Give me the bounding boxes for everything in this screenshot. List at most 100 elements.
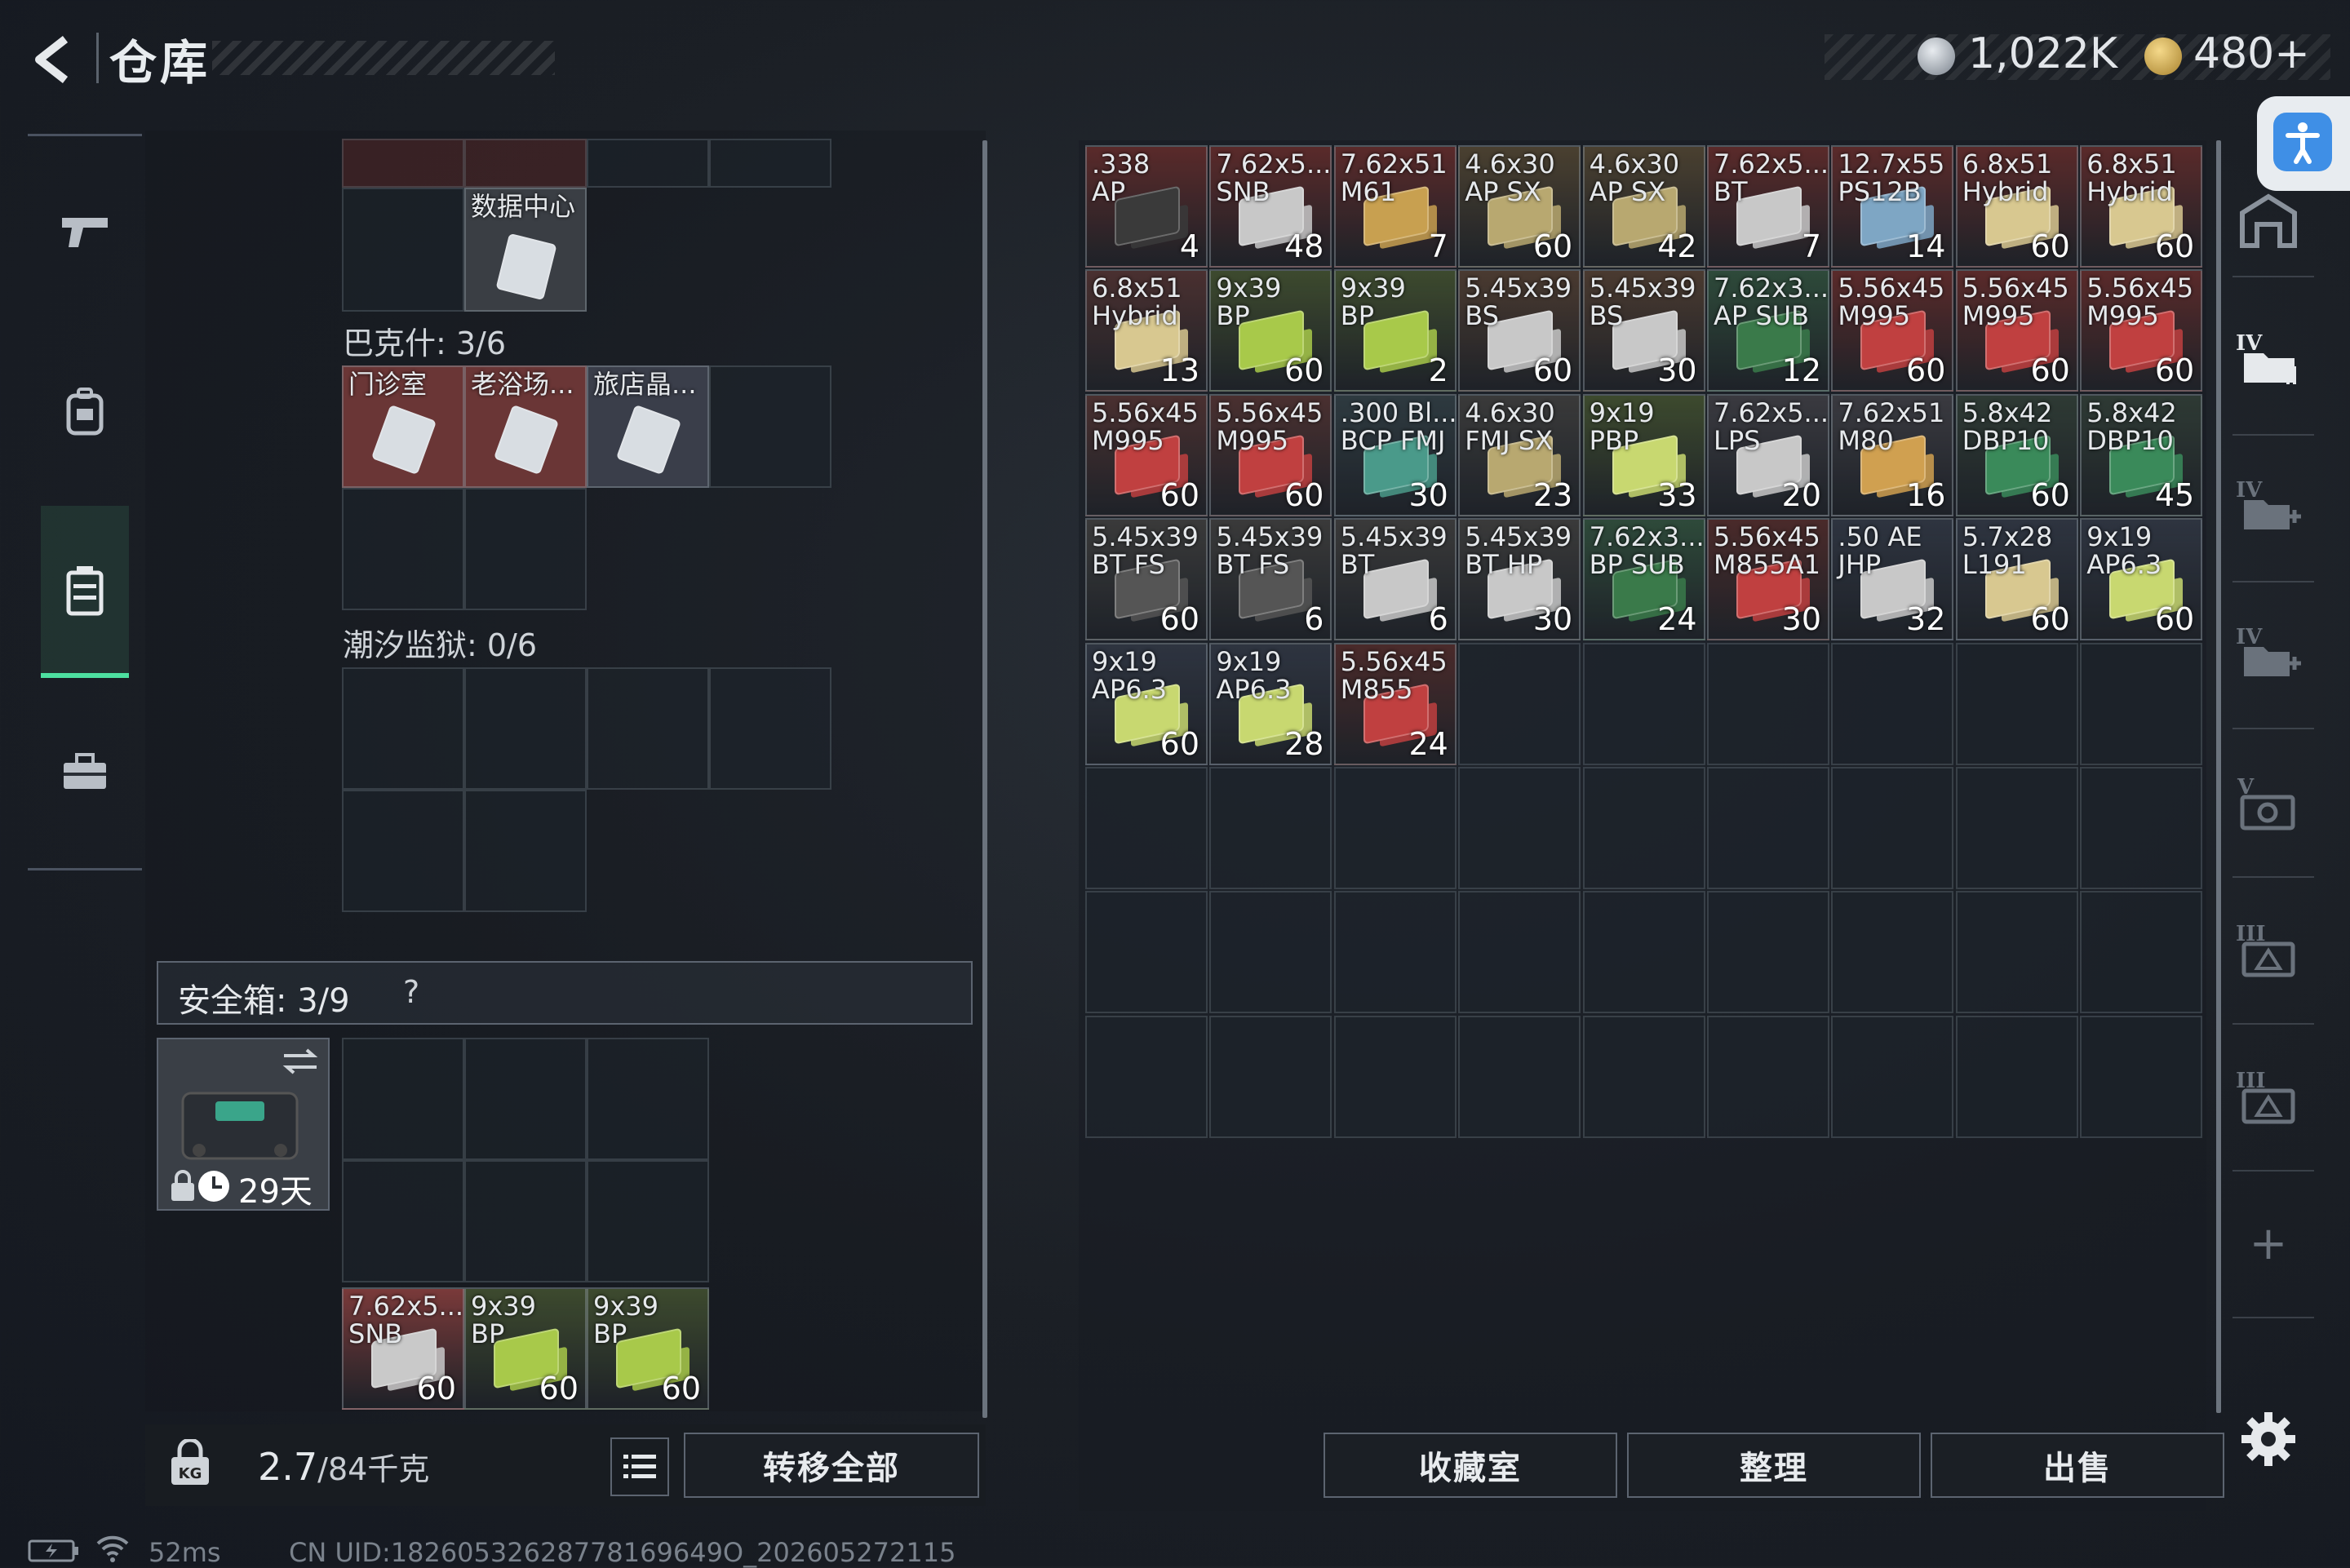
ammo-item[interactable]: .338 AP 4	[1085, 145, 1208, 268]
ammo-item[interactable]: .300 Bl... BCP FMJ 30	[1333, 393, 1457, 516]
stash-slot[interactable]	[1085, 767, 1208, 889]
ammo-item[interactable]: 4.6x30 AP SX 60	[1458, 145, 1581, 268]
ammo-item[interactable]: 7.62x51 M80 16	[1831, 393, 1954, 516]
stash-slot[interactable]	[1582, 891, 1705, 1014]
ammo-item[interactable]: .50 AE JHP 32	[1831, 518, 1954, 641]
key-slot[interactable]	[464, 790, 587, 912]
stash-slot[interactable]	[1707, 642, 1829, 765]
ammo-item[interactable]: 5.45x39 BS 60	[1458, 269, 1581, 392]
key-slot[interactable]	[342, 139, 464, 188]
safe-slot[interactable]	[342, 1160, 464, 1282]
stash-slot[interactable]	[1582, 767, 1705, 889]
safe-slot[interactable]	[587, 1160, 709, 1282]
ammo-item[interactable]: 9x39 BP 60	[464, 1287, 587, 1410]
stash-slot[interactable]	[1458, 1015, 1581, 1138]
safe-slot[interactable]	[587, 1038, 709, 1160]
left-scrollbar[interactable]	[982, 140, 987, 1418]
ammo-item[interactable]: 5.56x45 M995 60	[1955, 269, 2078, 392]
ammo-item[interactable]: 7.62x5... SNB 48	[1209, 145, 1332, 268]
key-card-old-bath[interactable]: 老浴场...	[464, 365, 587, 488]
ammo-item[interactable]: 7.62x5... LPS 20	[1707, 393, 1829, 516]
add-stash-tab-button[interactable]: +	[2236, 1211, 2301, 1276]
key-slot[interactable]	[464, 488, 587, 610]
organize-button[interactable]: 整理	[1627, 1433, 1921, 1498]
stash-tab-1[interactable]: IV	[2236, 326, 2301, 392]
key-card-hotel[interactable]: 旅店晶...	[587, 365, 709, 488]
ammo-item[interactable]: 5.56x45 M995 60	[1209, 393, 1332, 516]
stash-slot[interactable]	[1209, 1015, 1332, 1138]
nav-toolbox[interactable]	[51, 737, 119, 806]
ammo-item[interactable]: 7.62x5... SNB 60	[342, 1287, 464, 1410]
stash-tab-6[interactable]: III	[2236, 1064, 2301, 1129]
stash-slot[interactable]	[1831, 767, 1954, 889]
accessibility-button[interactable]	[2257, 96, 2350, 191]
stash-slot[interactable]	[1831, 642, 1954, 765]
stash-slot[interactable]	[1333, 1015, 1457, 1138]
gold-amount[interactable]: 480+	[2193, 29, 2310, 78]
key-slot[interactable]	[587, 667, 709, 790]
stash-slot[interactable]	[1458, 767, 1581, 889]
settings-button[interactable]	[2236, 1406, 2301, 1472]
ammo-item[interactable]: 4.6x30 FMJ SX 23	[1458, 393, 1581, 516]
ammo-item[interactable]: 9x19 AP6.3 60	[2080, 518, 2203, 641]
stash-slot[interactable]	[1831, 891, 1954, 1014]
stash-slot[interactable]	[1333, 891, 1457, 1014]
list-view-button[interactable]	[610, 1437, 669, 1496]
key-slot[interactable]	[464, 139, 587, 188]
safe-box-container[interactable]: 29天	[157, 1038, 330, 1211]
stash-slot[interactable]	[2080, 642, 2203, 765]
ammo-item[interactable]: 5.56x45 M995 60	[2080, 269, 2203, 392]
ammo-item[interactable]: 4.6x30 AP SX 42	[1582, 145, 1705, 268]
ammo-item[interactable]: 9x19 AP6.3 60	[1085, 642, 1208, 765]
ammo-item[interactable]: 9x39 BP 60	[587, 1287, 709, 1410]
ammo-item[interactable]: 5.56x45 M995 60	[1085, 393, 1208, 516]
ammo-item[interactable]: 7.62x3... BP SUB 24	[1582, 518, 1705, 641]
key-card-data-center[interactable]: 数据中心	[464, 188, 587, 312]
stash-slot[interactable]	[1458, 642, 1581, 765]
nav-case[interactable]	[51, 556, 119, 625]
ammo-item[interactable]: 5.56x45 M995 60	[1831, 269, 1954, 392]
stash-slot[interactable]	[1955, 891, 2078, 1014]
sell-button[interactable]: 出售	[1931, 1433, 2224, 1498]
key-slot[interactable]	[709, 365, 831, 488]
safe-slot[interactable]	[464, 1038, 587, 1160]
ammo-item[interactable]: 6.8x51 Hybrid 13	[1085, 269, 1208, 392]
stash-slot[interactable]	[1458, 891, 1581, 1014]
help-icon[interactable]: ?	[403, 974, 419, 1010]
ammo-item[interactable]: 5.45x39 BT FS 6	[1209, 518, 1332, 641]
ammo-item[interactable]: 9x39 BP 2	[1333, 269, 1457, 392]
key-slot[interactable]	[709, 139, 831, 188]
ammo-item[interactable]: 7.62x51 M61 7	[1333, 145, 1457, 268]
ammo-item[interactable]: 5.45x39 BS 30	[1582, 269, 1705, 392]
stash-tab-home[interactable]	[2236, 188, 2301, 253]
transfer-all-button[interactable]: 转移全部	[684, 1433, 979, 1498]
safe-slot[interactable]	[464, 1160, 587, 1282]
stash-slot[interactable]	[1209, 891, 1332, 1014]
ammo-item[interactable]: 5.8x42 DBP10 45	[2080, 393, 2203, 516]
stash-slot[interactable]	[1707, 891, 1829, 1014]
stash-tab-3[interactable]: IV	[2236, 620, 2301, 685]
stash-slot[interactable]	[1707, 767, 1829, 889]
back-button[interactable]	[24, 31, 82, 88]
stash-slot[interactable]	[1209, 767, 1332, 889]
ammo-item[interactable]: 7.62x5... BT 7	[1707, 145, 1829, 268]
stash-slot[interactable]	[1955, 1015, 2078, 1138]
stash-tab-5[interactable]: III	[2236, 917, 2301, 982]
collection-room-button[interactable]: 收藏室	[1324, 1433, 1617, 1498]
stash-slot[interactable]	[1085, 1015, 1208, 1138]
key-slot[interactable]	[342, 667, 464, 790]
ammo-item[interactable]: 9x19 PBP 33	[1582, 393, 1705, 516]
safe-slot[interactable]	[342, 1038, 464, 1160]
ammo-item[interactable]: 5.45x39 BT FS 60	[1085, 518, 1208, 641]
stash-slot[interactable]	[1831, 1015, 1954, 1138]
stash-slot[interactable]	[2080, 891, 2203, 1014]
stash-slot[interactable]	[1955, 767, 2078, 889]
ammo-item[interactable]: 7.62x3... AP SUB 12	[1707, 269, 1829, 392]
ammo-item[interactable]: 6.8x51 Hybrid 60	[2080, 145, 2203, 268]
key-card-clinic[interactable]: 门诊室	[342, 365, 464, 488]
ammo-item[interactable]: 5.56x45 M855A1 30	[1707, 518, 1829, 641]
stash-tab-4[interactable]: V	[2236, 770, 2301, 835]
ammo-item[interactable]: 9x39 BP 60	[1209, 269, 1332, 392]
ammo-item[interactable]: 9x19 AP6.3 28	[1209, 642, 1332, 765]
key-slot[interactable]	[342, 488, 464, 610]
